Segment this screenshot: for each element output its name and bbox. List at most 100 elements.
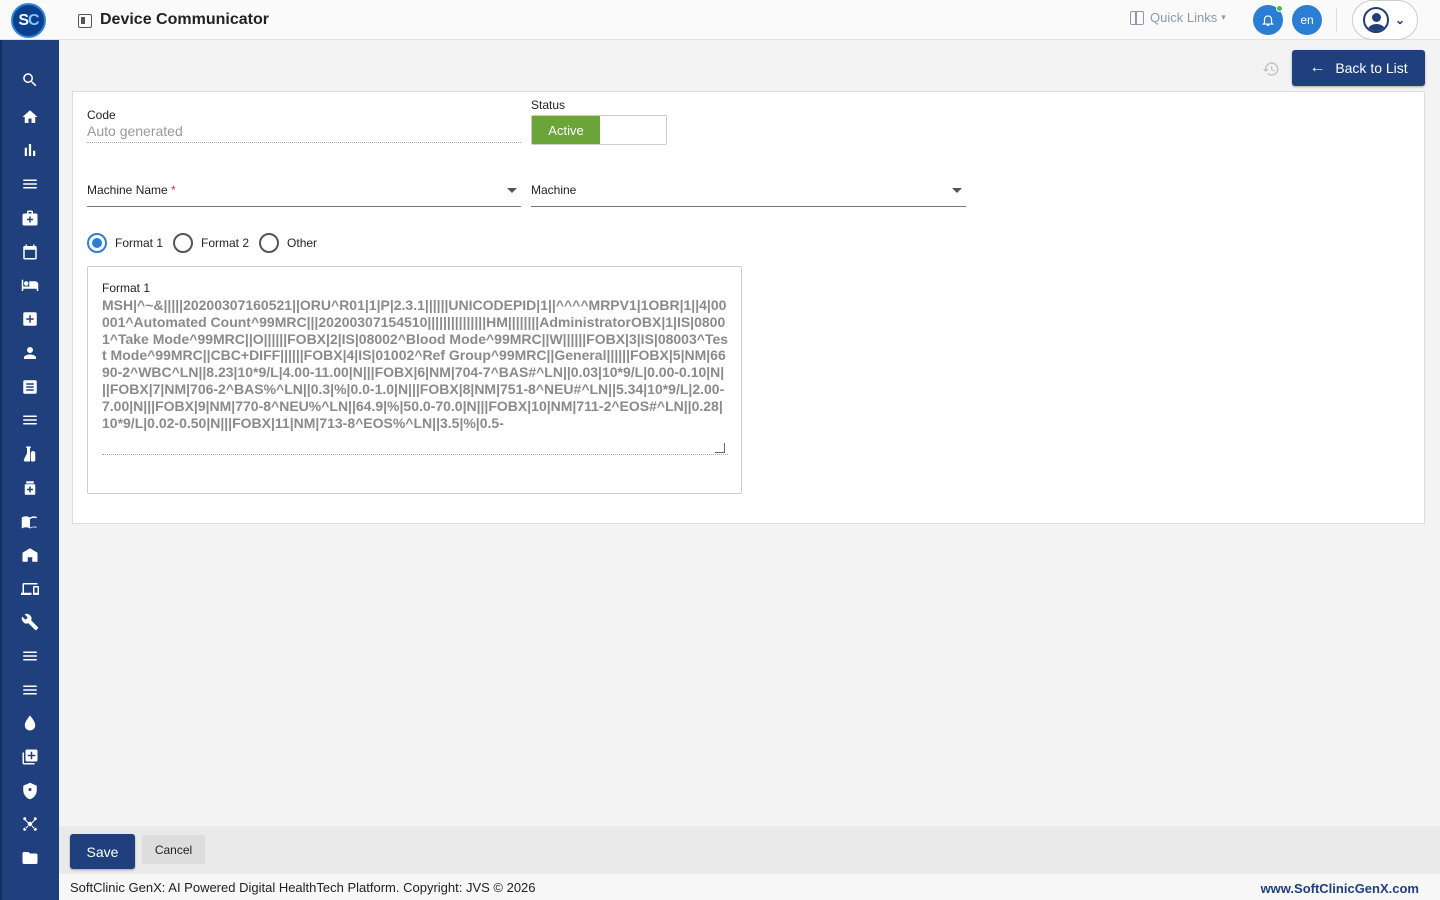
sidebar-item-blood-bank[interactable]: [18, 711, 42, 735]
sidebar-item-menu-2[interactable]: [18, 408, 42, 432]
menu-icon: [23, 685, 37, 695]
arrow-left-icon: ←: [1309, 59, 1326, 76]
radio-format-1[interactable]: [87, 233, 107, 253]
profile-menu-button[interactable]: ⌄: [1352, 0, 1418, 40]
sidebar-item-beds[interactable]: [18, 273, 42, 297]
menu-icon: [23, 651, 37, 661]
machine-label: Machine: [531, 183, 577, 197]
sidebar-item-integrations[interactable]: [18, 812, 42, 836]
sidebar-item-clinical[interactable]: [18, 307, 42, 331]
sidebar-item-patients[interactable]: [18, 341, 42, 365]
sidebar-item-files[interactable]: [18, 846, 42, 870]
notification-indicator: [1276, 5, 1283, 12]
book-icon: [21, 516, 37, 529]
menu-icon: [23, 179, 37, 189]
sidebar-item-home[interactable]: [18, 105, 42, 129]
sidebar-item-search[interactable]: [18, 68, 42, 92]
page-title: Device Communicator: [100, 11, 269, 28]
devices-icon: [21, 583, 39, 595]
radio-other[interactable]: [259, 233, 280, 253]
search-icon: [23, 73, 37, 87]
machine-select[interactable]: Machine: [531, 183, 966, 207]
status-active-option[interactable]: Active: [532, 116, 600, 144]
form-card: Code Auto generated Status Active Machin…: [72, 91, 1425, 524]
lab-icon: [23, 446, 36, 462]
quick-links-menu[interactable]: Quick Links ▾: [1130, 10, 1226, 25]
home-icon: [22, 110, 38, 123]
footer-copyright: SoftClinic GenX: AI Powered Digital Heal…: [70, 880, 536, 895]
wrench-icon: [21, 613, 39, 631]
folder-icon: [22, 852, 38, 864]
medical-plus-icon: [23, 312, 37, 326]
code-label: Code: [87, 108, 116, 122]
sidebar-item-documents[interactable]: [18, 375, 42, 399]
hub-icon: [23, 817, 37, 831]
logo-letter-c: C: [28, 11, 40, 29]
dropdown-arrow-icon: [507, 188, 517, 193]
pharmacy-icon: [24, 481, 36, 495]
language-button[interactable]: en: [1292, 5, 1322, 35]
machine-name-select[interactable]: Machine Name *: [87, 183, 521, 207]
caret-down-icon: ▾: [1221, 12, 1226, 22]
gift-icon: [1130, 10, 1144, 25]
code-field-underline: [87, 142, 521, 143]
format-radio-group: Format 1 Format 2 Other: [87, 233, 327, 253]
page-icon: [78, 14, 92, 28]
add-box-icon: [22, 749, 38, 765]
top-bar: SC Device Communicator Quick Links ▾ en …: [0, 0, 1440, 40]
sidebar-item-security[interactable]: [18, 779, 42, 803]
dropdown-arrow-icon: [952, 188, 962, 193]
radio-format-1-label: Format 1: [115, 236, 164, 250]
sidebar-item-add[interactable]: [18, 745, 42, 769]
history-icon[interactable]: [1262, 60, 1280, 78]
report-icon: [23, 380, 37, 394]
sidebar-item-facility[interactable]: [18, 543, 42, 567]
sidebar-item-medical[interactable]: [18, 206, 42, 230]
sidebar-item-pharmacy[interactable]: [18, 476, 42, 500]
avatar-icon: [1363, 7, 1389, 33]
menu-icon: [23, 415, 37, 425]
app-logo[interactable]: SC: [11, 3, 46, 38]
footer-website-link[interactable]: www.SoftClinicGenX.com: [1261, 881, 1419, 896]
required-marker: *: [171, 183, 176, 197]
radio-other-label: Other: [287, 236, 318, 250]
format-textarea[interactable]: MSH|^~&|||||20200307160521||ORU^R01|1|P|…: [102, 297, 728, 455]
sidebar-item-tools[interactable]: [18, 610, 42, 634]
save-button[interactable]: Save: [70, 834, 135, 869]
cancel-button[interactable]: Cancel: [142, 835, 205, 864]
sidebar-item-menu-1[interactable]: [18, 172, 42, 196]
header-divider: [1336, 8, 1337, 32]
status-toggle[interactable]: Active: [531, 115, 667, 145]
sidebar-item-menu-3[interactable]: [18, 644, 42, 668]
machine-name-label: Machine Name *: [87, 183, 176, 197]
sidebar-item-calendar[interactable]: [18, 240, 42, 264]
sidebar: [0, 40, 59, 900]
back-to-list-label: Back to List: [1335, 60, 1408, 76]
machine-name-label-text: Machine Name: [87, 183, 168, 197]
logo-letter-s: S: [18, 11, 29, 29]
person-icon: [24, 347, 36, 359]
bell-icon: [1261, 15, 1275, 26]
sidebar-item-lab[interactable]: [18, 442, 42, 466]
sidebar-item-reports[interactable]: [18, 138, 42, 162]
sidebar-item-devices[interactable]: [18, 577, 42, 601]
bed-icon: [21, 279, 39, 291]
textarea-resize-handle[interactable]: [715, 443, 725, 453]
footer: SoftClinic GenX: AI Powered Digital Heal…: [59, 874, 1440, 900]
sidebar-item-library[interactable]: [18, 510, 42, 534]
building-icon: [22, 548, 38, 562]
quick-links-label: Quick Links: [1150, 10, 1218, 25]
shield-icon: [23, 782, 37, 800]
back-to-list-button[interactable]: ← Back to List: [1292, 50, 1425, 86]
chevron-down-icon: ⌄: [1395, 13, 1406, 27]
format-title: Format 1: [102, 281, 151, 295]
radio-format-2[interactable]: [173, 233, 194, 253]
radio-format-2-label: Format 2: [201, 236, 250, 250]
sidebar-item-menu-4[interactable]: [18, 678, 42, 702]
blood-drop-icon: [24, 715, 36, 731]
medical-bag-icon: [22, 210, 38, 226]
calendar-icon: [23, 244, 37, 260]
code-field: Auto generated: [87, 123, 183, 139]
status-label: Status: [531, 98, 566, 112]
bar-chart-icon: [24, 144, 36, 156]
